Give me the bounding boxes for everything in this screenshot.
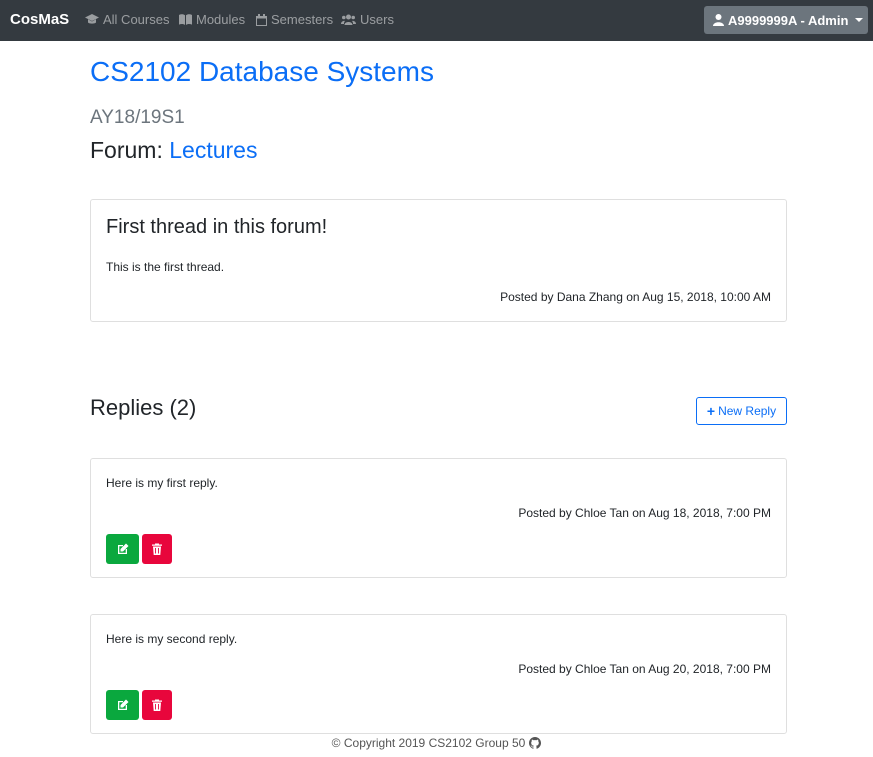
reply-meta: Posted by Chloe Tan on Aug 18, 2018, 7:0… (518, 506, 771, 520)
forum-link[interactable]: Lectures (169, 137, 257, 163)
delete-reply-button[interactable] (142, 534, 172, 564)
thread-card: First thread in this forum! This is the … (90, 199, 787, 322)
nav-modules[interactable]: Modules (179, 12, 245, 27)
reply-card: Here is my second reply. Posted by Chloe… (90, 614, 787, 734)
nav-users[interactable]: Users (341, 12, 394, 27)
reply-meta: Posted by Chloe Tan on Aug 20, 2018, 7:0… (518, 662, 771, 676)
thread-meta: Posted by Dana Zhang on Aug 15, 2018, 10… (500, 290, 771, 304)
calendar-icon (256, 13, 267, 26)
plus-icon: + (706, 403, 716, 419)
user-menu-label: A9999999A - Admin (728, 12, 849, 28)
trash-icon (152, 543, 162, 555)
edit-reply-button[interactable] (106, 690, 139, 720)
nav-users-label: Users (360, 12, 394, 27)
reply-body: Here is my first reply. (106, 476, 218, 490)
edit-reply-button[interactable] (106, 534, 139, 564)
footer-text: © Copyright 2019 CS2102 Group 50 (331, 736, 526, 750)
users-icon (341, 14, 356, 25)
book-icon (179, 14, 192, 25)
delete-reply-button[interactable] (142, 690, 172, 720)
brand-link[interactable]: CosMaS (10, 11, 69, 28)
reply-card: Here is my first reply. Posted by Chloe … (90, 458, 787, 578)
user-menu-dropdown[interactable]: A9999999A - Admin (704, 6, 868, 34)
nav-semesters[interactable]: Semesters (256, 12, 333, 27)
nav-modules-label: Modules (196, 12, 246, 27)
navbar: CosMaS All Courses Modules Semesters Use… (0, 0, 873, 41)
course-title[interactable]: CS2102 Database Systems (90, 56, 434, 88)
replies-heading: Replies (2) (90, 395, 197, 420)
thread-title: First thread in this forum! (106, 216, 328, 238)
nav-semesters-label: Semesters (271, 12, 334, 27)
edit-icon (117, 699, 128, 710)
thread-body: This is the first thread. (106, 260, 225, 274)
user-icon (713, 14, 724, 26)
github-icon[interactable] (529, 737, 542, 749)
forum-prefix: Forum: (90, 137, 163, 163)
trash-icon (152, 699, 162, 711)
new-reply-button[interactable]: + New Reply (696, 397, 787, 425)
semester-label: AY18/19S1 (90, 107, 185, 128)
edit-icon (117, 543, 128, 554)
forum-heading: Forum: Lectures (90, 137, 257, 164)
nav-all-courses[interactable]: All Courses (85, 12, 169, 27)
reply-body: Here is my second reply. (106, 632, 238, 646)
footer: © Copyright 2019 CS2102 Group 50 (0, 736, 873, 750)
caret-down-icon (855, 18, 864, 22)
new-reply-label: New Reply (718, 404, 777, 418)
graduation-cap-icon (85, 14, 99, 24)
nav-all-courses-label: All Courses (103, 12, 170, 27)
